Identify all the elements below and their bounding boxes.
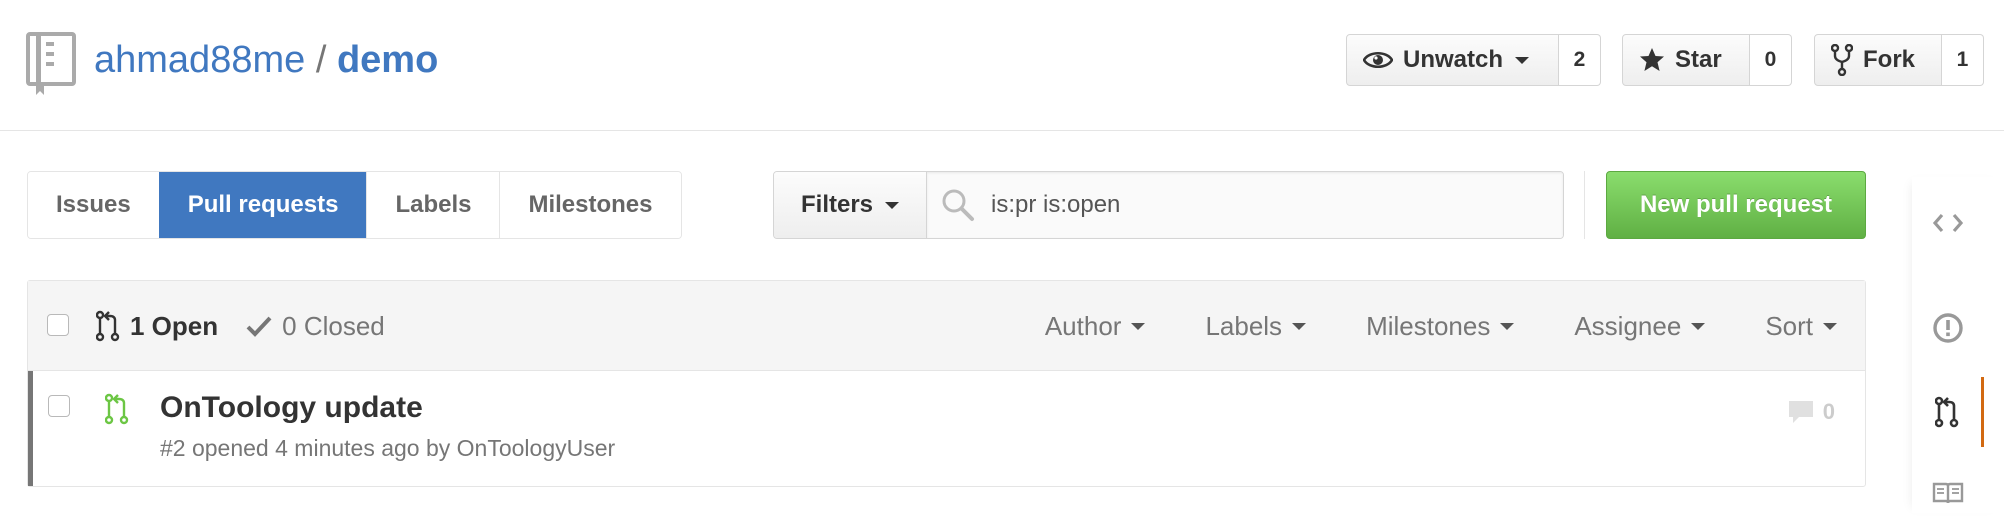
search-input[interactable] <box>989 190 1549 220</box>
pull-request-title-link[interactable]: OnToology update <box>160 391 423 425</box>
unwatch-button[interactable]: Unwatch <box>1346 34 1559 86</box>
milestones-filter-label: Milestones <box>1366 310 1491 341</box>
comments-count: 0 <box>1822 399 1835 424</box>
open-filter-link[interactable]: 1 Open <box>96 310 218 342</box>
author-filter-label: Author <box>1044 310 1122 341</box>
repo-name-link[interactable]: demo <box>337 39 438 81</box>
sidenav-item-wiki[interactable] <box>1912 458 1984 528</box>
closed-filter-link[interactable]: 0 Closed <box>246 311 385 342</box>
assignee-filter-dropdown[interactable]: Assignee <box>1574 309 1706 343</box>
chevron-down-icon <box>885 201 900 209</box>
open-pull-request-icon <box>105 393 129 425</box>
sort-label: Sort <box>1765 310 1813 341</box>
new-pull-request-button[interactable]: New pull request <box>1606 171 1866 239</box>
comments-link[interactable]: 0 <box>1787 399 1835 425</box>
tab-milestones[interactable]: Milestones <box>499 172 681 238</box>
chevron-down-icon <box>1131 322 1146 330</box>
chevron-down-icon <box>1500 322 1515 330</box>
table-header: 1 Open 0 Closed Author Labels Milestones <box>28 281 1865 371</box>
repo-path-separator: / <box>315 39 327 81</box>
filters-bar: Filters <box>773 171 1564 239</box>
sidenav-item-pull-requests[interactable] <box>1912 377 1984 447</box>
fork-label: Fork <box>1863 46 1916 73</box>
sort-dropdown[interactable]: Sort <box>1765 309 1837 343</box>
repo-owner-link[interactable]: ahmad88me <box>94 39 305 81</box>
code-icon <box>1933 213 1963 233</box>
labels-filter-dropdown[interactable]: Labels <box>1205 309 1307 343</box>
milestones-filter-dropdown[interactable]: Milestones <box>1366 309 1515 343</box>
pull-request-meta: #2 opened 4 minutes ago by OnToologyUser <box>160 435 616 461</box>
repo-icon <box>26 32 76 95</box>
fork-icon <box>1831 44 1853 76</box>
issues-subnav: Issues Pull requests Labels Milestones <box>27 171 682 239</box>
select-all-checkbox[interactable] <box>47 314 69 336</box>
toolbar-divider <box>1584 171 1585 239</box>
search-icon <box>942 189 974 221</box>
forks-count[interactable]: 1 <box>1942 34 1984 86</box>
unwatch-label: Unwatch <box>1403 46 1504 73</box>
fork-button[interactable]: Fork <box>1814 34 1942 86</box>
chevron-down-icon <box>1515 56 1530 64</box>
repo-title: ahmad88me / demo <box>94 35 438 85</box>
assignee-filter-label: Assignee <box>1574 310 1682 341</box>
chevron-down-icon <box>1823 322 1837 330</box>
closed-count-label: 0 Closed <box>282 310 385 341</box>
sidenav-item-code[interactable] <box>1912 188 1984 258</box>
stargazers-count[interactable]: 0 <box>1750 34 1792 86</box>
repo-header: ahmad88me / demo Unwatch 2 Star 0 Fork 1 <box>0 0 2004 131</box>
wiki-book-icon <box>1932 482 1964 504</box>
author-filter-dropdown[interactable]: Author <box>1045 309 1146 343</box>
star-icon <box>1640 48 1664 71</box>
state-toggles: 1 Open 0 Closed <box>96 309 385 343</box>
watch-button-group: Unwatch 2 <box>1346 34 1601 86</box>
star-button[interactable]: Star <box>1622 34 1750 86</box>
eye-icon <box>1363 51 1393 69</box>
tab-issues[interactable]: Issues <box>28 172 159 238</box>
tab-pull-requests[interactable]: Pull requests <box>158 172 367 238</box>
search-field-wrapper <box>927 172 1563 238</box>
sidenav-item-issues[interactable] <box>1912 293 1984 363</box>
comment-icon <box>1788 401 1813 423</box>
pull-request-icon <box>96 310 120 342</box>
filters-button[interactable]: Filters <box>774 172 927 238</box>
row-checkbox[interactable] <box>48 395 70 417</box>
watchers-count[interactable]: 2 <box>1559 34 1601 86</box>
labels-filter-label: Labels <box>1205 310 1283 341</box>
open-count-label: 1 Open <box>130 310 219 341</box>
star-button-group: Star 0 <box>1622 34 1792 86</box>
table-filters: Author Labels Milestones Assignee Sort <box>985 309 1837 343</box>
star-label: Star <box>1675 46 1722 73</box>
tab-labels[interactable]: Labels <box>366 172 500 238</box>
filters-label: Filters <box>800 191 874 218</box>
check-icon <box>246 316 272 337</box>
fork-button-group: Fork 1 <box>1814 34 1984 86</box>
chevron-down-icon <box>1292 322 1307 330</box>
pull-request-icon <box>1934 396 1958 428</box>
pull-requests-table: 1 Open 0 Closed Author Labels Milestones <box>27 280 1866 487</box>
issue-icon <box>1933 313 1963 343</box>
chevron-down-icon <box>1691 322 1706 330</box>
table-row: OnToology update #2 opened 4 minutes ago… <box>28 371 1865 486</box>
repo-sidenav <box>1912 177 2004 513</box>
